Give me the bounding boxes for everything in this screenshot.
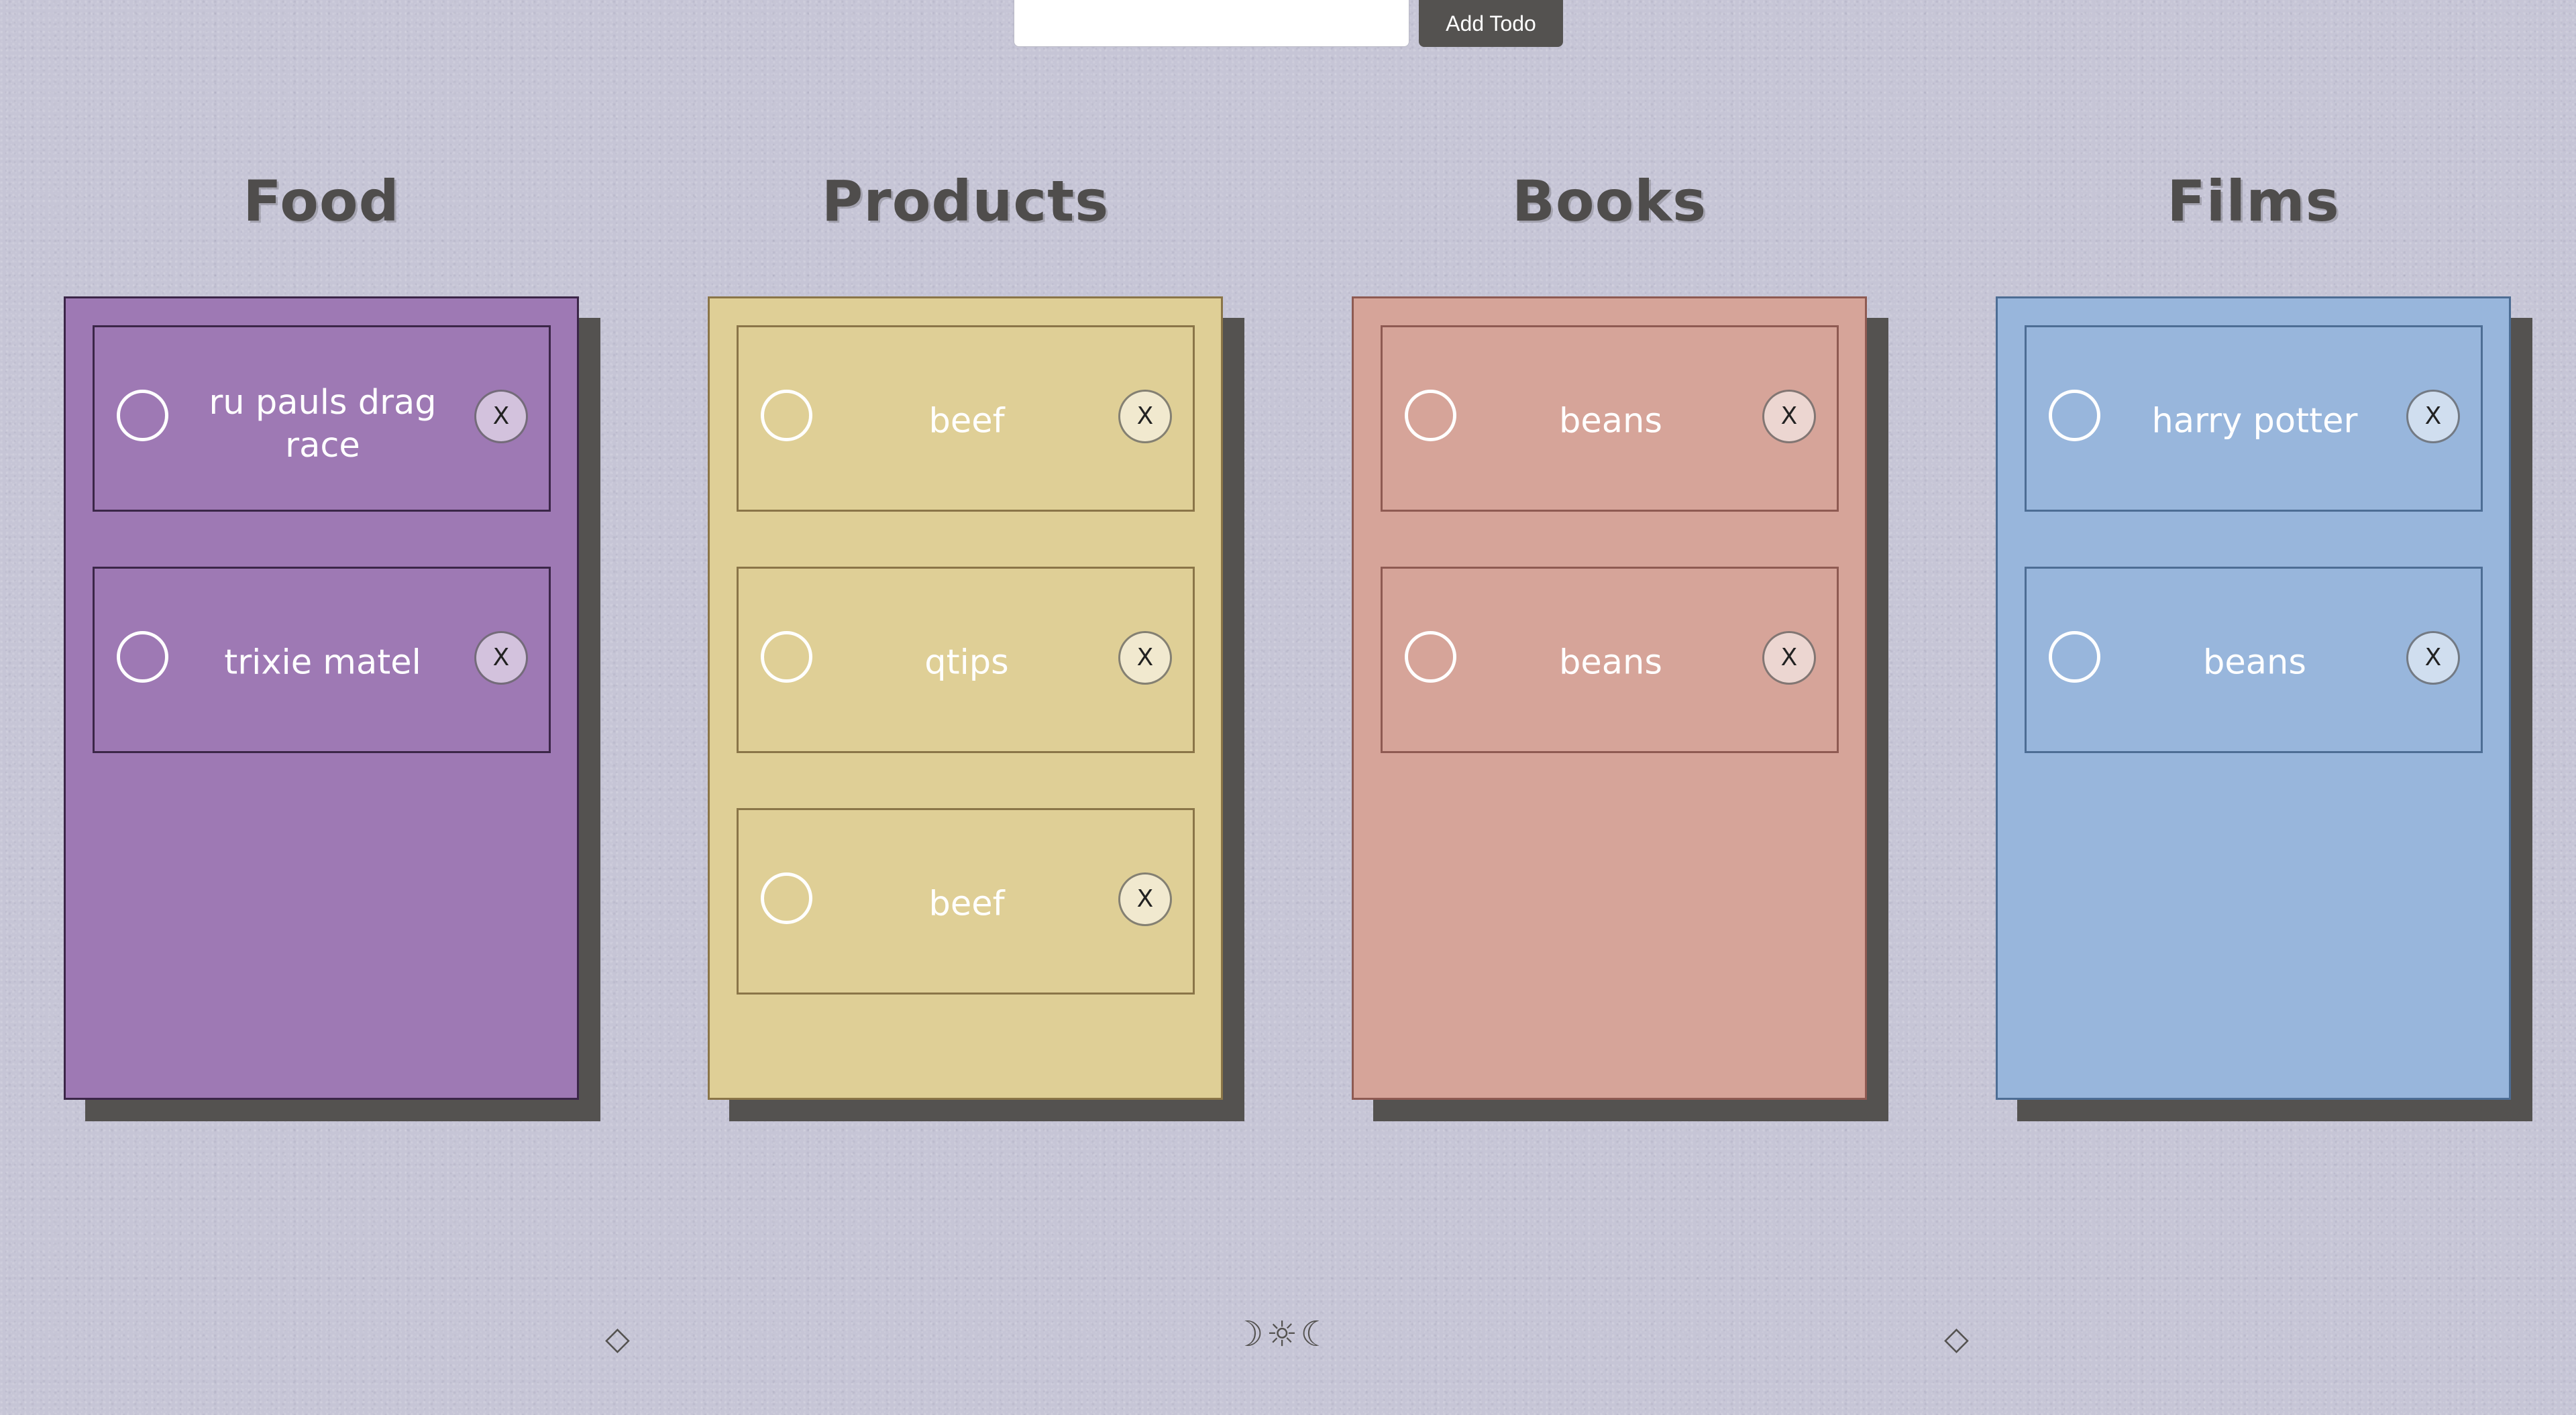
todo-item: qtips X — [737, 567, 1195, 753]
card: harry potter X beans X — [1996, 296, 2511, 1100]
moon-sun-moon-icon: ☽☼☾ — [1232, 1314, 1334, 1355]
delete-button[interactable]: X — [2406, 390, 2460, 443]
complete-toggle-icon[interactable] — [117, 390, 168, 441]
diamond-icon: ◇ — [1944, 1320, 1969, 1357]
diamond-icon: ◇ — [605, 1320, 630, 1357]
todo-input[interactable] — [1014, 0, 1409, 47]
complete-toggle-icon[interactable] — [761, 872, 812, 924]
delete-button[interactable]: X — [474, 390, 528, 443]
delete-button[interactable]: X — [1118, 631, 1172, 685]
todo-item: beans X — [2025, 567, 2483, 753]
complete-toggle-icon[interactable] — [1405, 631, 1456, 683]
column-title: Films — [2167, 168, 2340, 234]
todo-text: beans — [2203, 642, 2306, 683]
column-title: Products — [821, 168, 1110, 234]
todo-item: beans X — [1381, 567, 1839, 753]
todo-text: beans — [1559, 401, 1662, 441]
delete-button[interactable]: X — [1762, 390, 1816, 443]
column-title: Food — [243, 168, 400, 234]
delete-button[interactable]: X — [1118, 390, 1172, 443]
todo-item: beans X — [1381, 325, 1839, 512]
todo-text: beans — [1559, 642, 1662, 683]
complete-toggle-icon[interactable] — [1405, 390, 1456, 441]
delete-button[interactable]: X — [1762, 631, 1816, 685]
delete-button[interactable]: X — [1118, 872, 1172, 926]
todo-text: ru pauls drag race — [209, 382, 437, 465]
complete-toggle-icon[interactable] — [2049, 390, 2100, 441]
add-todo-button[interactable]: Add Todo — [1419, 0, 1563, 47]
todo-text: qtips — [924, 642, 1009, 683]
card: ru pauls drag race X trixie matel X — [64, 296, 579, 1100]
todo-text: trixie matel — [224, 642, 421, 683]
todo-item: beef X — [737, 325, 1195, 512]
todo-item: ru pauls drag race X — [93, 325, 551, 512]
complete-toggle-icon[interactable] — [117, 631, 168, 683]
todo-item: beef X — [737, 808, 1195, 995]
todo-text: harry potter — [2151, 401, 2358, 441]
todo-item: harry potter X — [2025, 325, 2483, 512]
complete-toggle-icon[interactable] — [761, 390, 812, 441]
complete-toggle-icon[interactable] — [2049, 631, 2100, 683]
card: beans X beans X — [1352, 296, 1867, 1100]
delete-button[interactable]: X — [2406, 631, 2460, 685]
column-title: Books — [1511, 168, 1707, 234]
todo-text: beef — [928, 884, 1005, 924]
todo-form: Add Todo — [1014, 0, 1563, 48]
todo-item: trixie matel X — [93, 567, 551, 753]
todo-text: beef — [928, 401, 1005, 441]
delete-button[interactable]: X — [474, 631, 528, 685]
card: beef X qtips X beef X — [708, 296, 1223, 1100]
complete-toggle-icon[interactable] — [761, 631, 812, 683]
